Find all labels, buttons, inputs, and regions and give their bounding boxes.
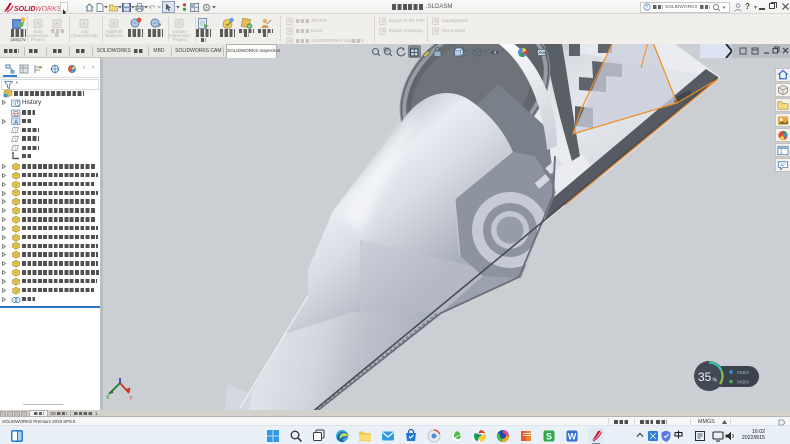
svg-text:S: S	[546, 431, 552, 441]
svg-text:35: 35	[698, 370, 712, 384]
svg-text:X: X	[106, 395, 110, 400]
svg-text:Y: Y	[129, 396, 133, 400]
svg-text:0KB/s: 0KB/s	[737, 370, 750, 375]
svg-text:0KB/s: 0KB/s	[737, 380, 750, 385]
svg-text:?: ?	[645, 5, 648, 11]
svg-text:%: %	[713, 378, 718, 384]
svg-text:W: W	[568, 431, 577, 441]
